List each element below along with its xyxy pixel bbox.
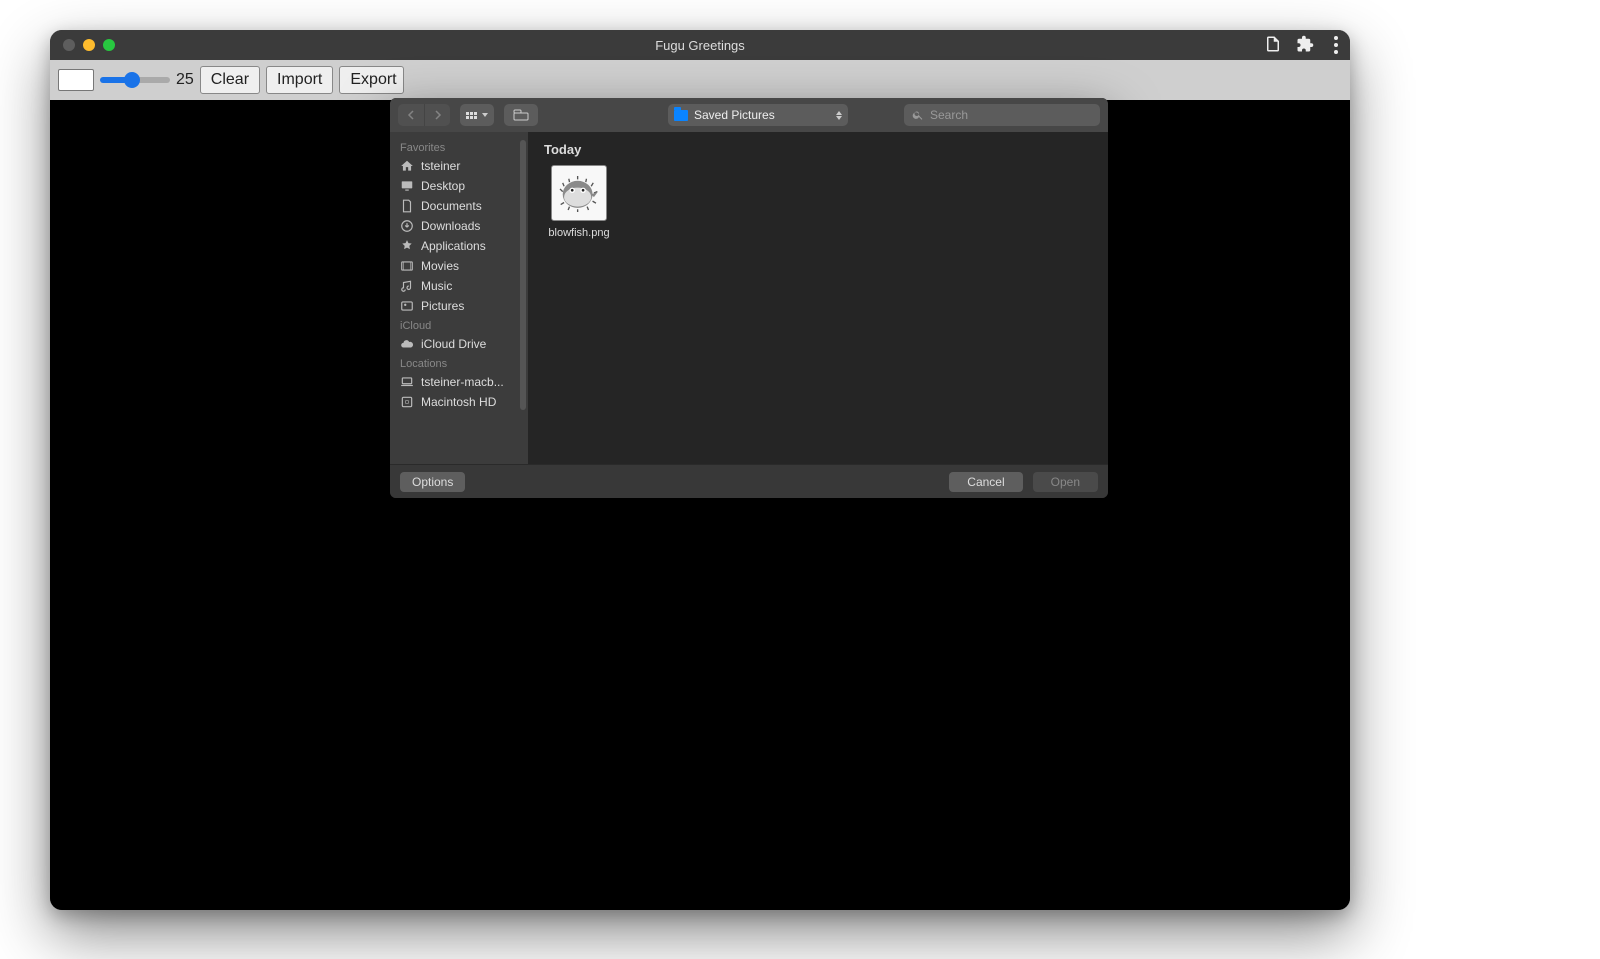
cancel-button[interactable]: Cancel [949, 472, 1022, 492]
downloads-icon [400, 219, 414, 233]
import-button[interactable]: Import [266, 66, 333, 94]
sidebar-section-icloud: iCloud [390, 316, 528, 334]
sidebar-item-music[interactable]: Music [390, 276, 528, 296]
chevron-down-icon [482, 113, 488, 117]
group-by-button[interactable] [504, 104, 538, 126]
file-thumbnail [551, 165, 607, 221]
sidebar: Favorites tsteiner Desktop Documents Dow… [390, 132, 528, 464]
search-placeholder: Search [930, 108, 968, 122]
nav-segment [398, 104, 450, 126]
sidebar-item-computer[interactable]: tsteiner-macb... [390, 372, 528, 392]
sidebar-section-favorites: Favorites [390, 138, 528, 156]
document-icon[interactable] [1264, 35, 1282, 56]
sidebar-item-downloads[interactable]: Downloads [390, 216, 528, 236]
options-button[interactable]: Options [400, 472, 465, 492]
menu-icon[interactable] [1328, 32, 1344, 58]
laptop-icon [400, 375, 414, 389]
dialog-footer: Options Cancel Open [390, 464, 1108, 498]
search-field[interactable]: Search [904, 104, 1100, 126]
maximize-window-button[interactable] [103, 39, 115, 51]
home-icon [400, 159, 414, 173]
export-button[interactable]: Export [339, 66, 403, 94]
sidebar-item-icloud-drive[interactable]: iCloud Drive [390, 334, 528, 354]
desktop-icon [400, 179, 414, 193]
documents-icon [400, 199, 414, 213]
slider-value: 25 [176, 71, 194, 89]
dialog-body: Favorites tsteiner Desktop Documents Dow… [390, 132, 1108, 464]
disk-icon [400, 395, 414, 409]
sidebar-item-desktop[interactable]: Desktop [390, 176, 528, 196]
extensions-icon[interactable] [1296, 35, 1314, 56]
color-swatch[interactable] [58, 69, 94, 91]
titlebar-actions [1264, 32, 1344, 58]
nav-back-button[interactable] [398, 104, 424, 126]
sidebar-item-disk[interactable]: Macintosh HD [390, 392, 528, 412]
sidebar-item-pictures[interactable]: Pictures [390, 296, 528, 316]
app-toolbar: 25 Clear Import Export [50, 60, 1350, 100]
cloud-icon [400, 337, 414, 351]
section-today: Today [544, 142, 1092, 157]
slider-thumb[interactable] [124, 72, 140, 88]
sidebar-item-applications[interactable]: Applications [390, 236, 528, 256]
applications-icon [400, 239, 414, 253]
sidebar-section-locations: Locations [390, 354, 528, 372]
file-open-dialog: Saved Pictures Search Favorites tsteiner… [390, 98, 1108, 498]
location-select[interactable]: Saved Pictures [668, 104, 848, 126]
minimize-window-button[interactable] [83, 39, 95, 51]
sidebar-item-movies[interactable]: Movies [390, 256, 528, 276]
close-window-button[interactable] [63, 39, 75, 51]
file-item[interactable]: blowfish.png [544, 165, 614, 239]
view-mode-button[interactable] [460, 104, 494, 126]
sidebar-item-home[interactable]: tsteiner [390, 156, 528, 176]
file-name: blowfish.png [544, 227, 614, 239]
brush-size-slider[interactable] [100, 77, 170, 83]
pictures-icon [400, 299, 414, 313]
sidebar-scrollbar[interactable] [520, 140, 526, 410]
music-icon [400, 279, 414, 293]
app-window: Fugu Greetings 25 Clear Import Export [50, 30, 1350, 910]
search-icon [912, 109, 924, 121]
titlebar: Fugu Greetings [50, 30, 1350, 60]
nav-forward-button[interactable] [424, 104, 450, 126]
folder-icon [674, 110, 688, 121]
movies-icon [400, 259, 414, 273]
updown-icon [836, 111, 842, 120]
location-label: Saved Pictures [694, 108, 775, 122]
open-button[interactable]: Open [1033, 472, 1098, 492]
clear-button[interactable]: Clear [200, 66, 260, 94]
window-title: Fugu Greetings [50, 38, 1350, 53]
file-list[interactable]: Today blowfish.png [528, 132, 1108, 464]
blowfish-icon [557, 174, 601, 212]
sidebar-item-documents[interactable]: Documents [390, 196, 528, 216]
dialog-toolbar: Saved Pictures Search [390, 98, 1108, 132]
traffic-lights [50, 39, 115, 51]
